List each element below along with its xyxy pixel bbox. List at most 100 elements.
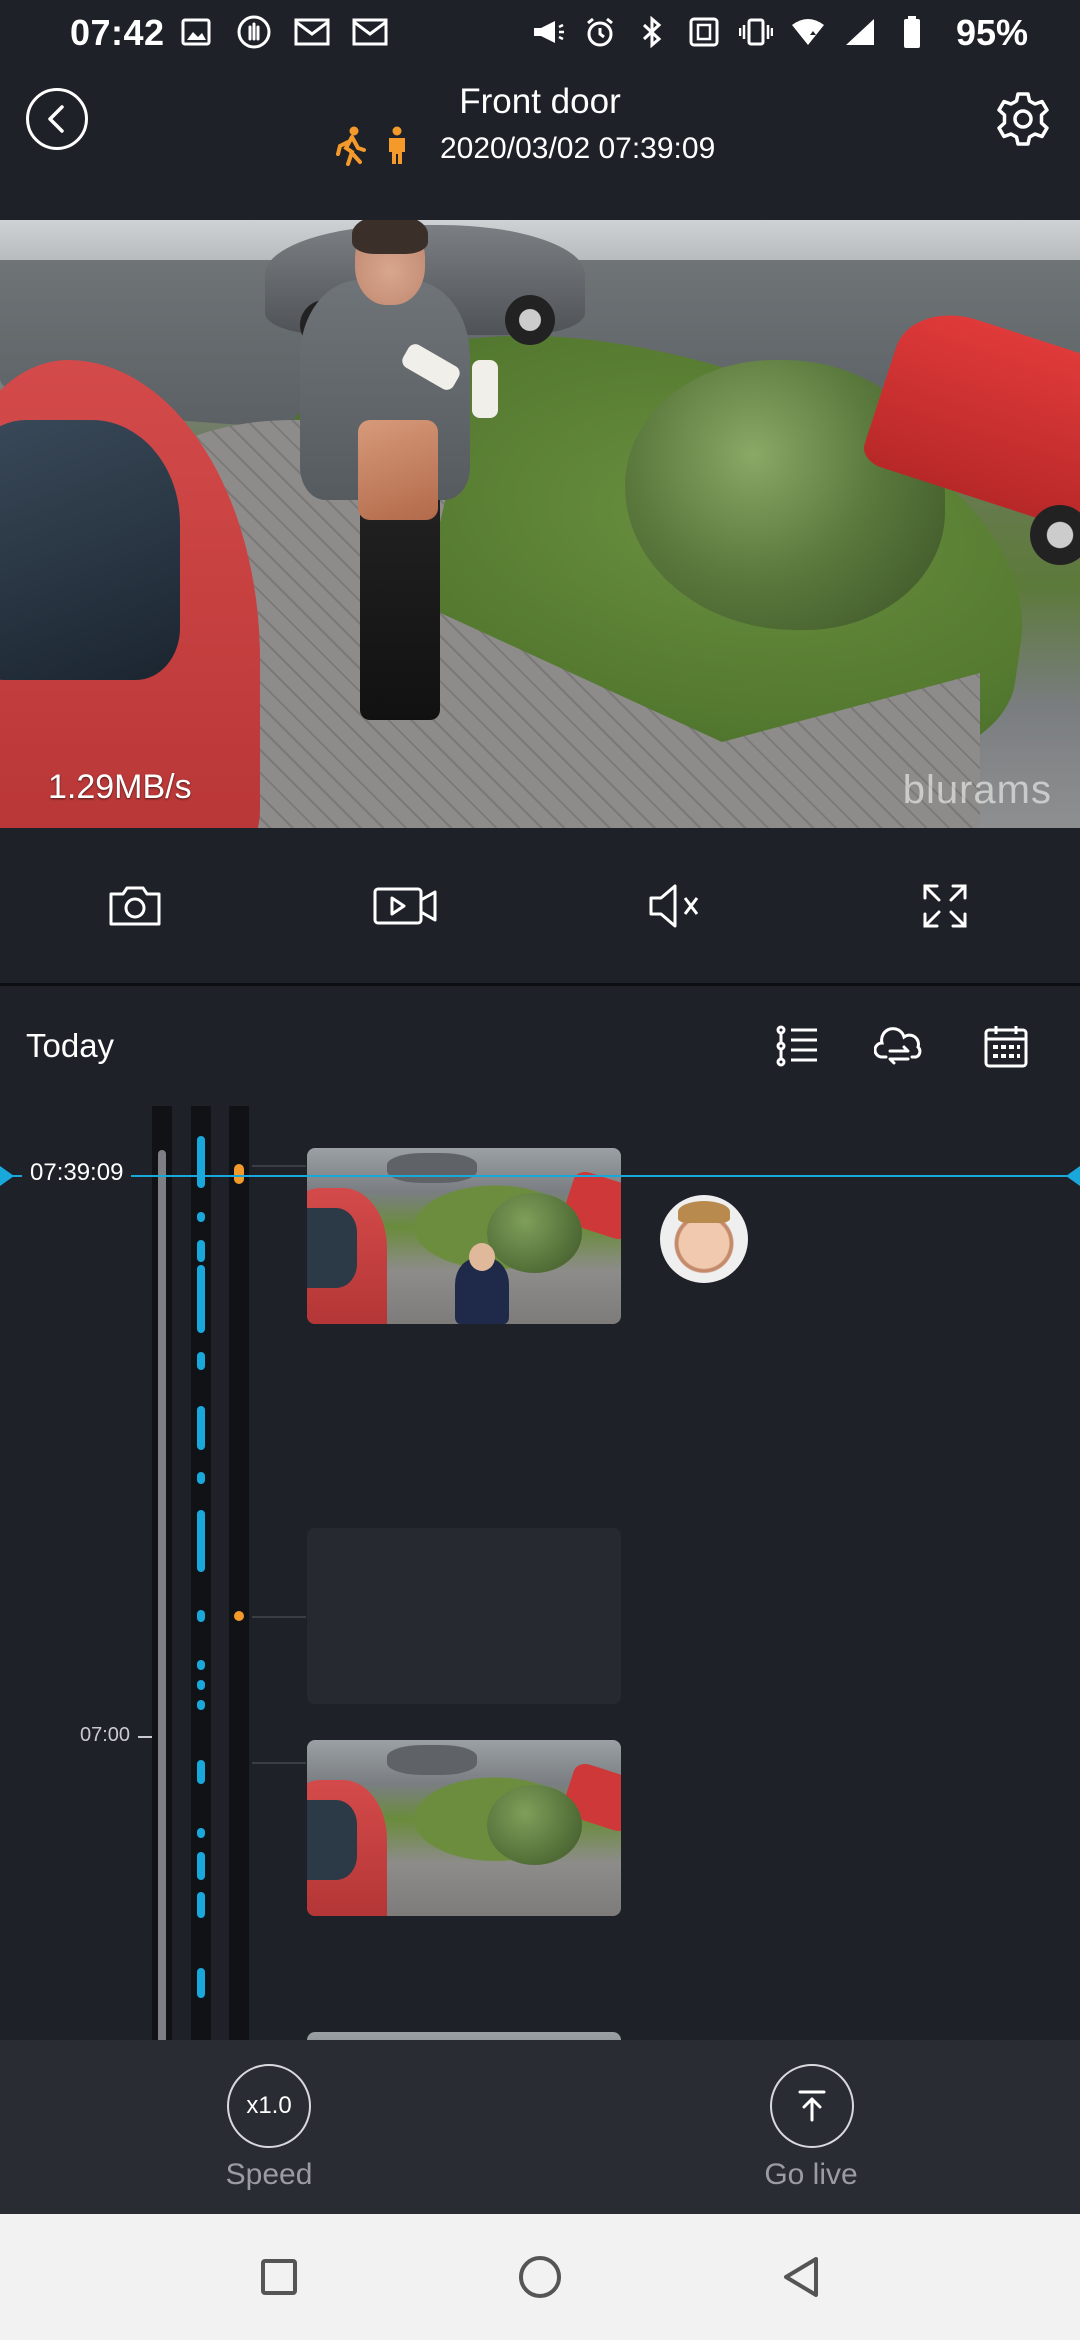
motion-segment xyxy=(197,1680,205,1690)
motion-segment xyxy=(197,1240,205,1262)
event-thumbnail[interactable] xyxy=(307,1740,621,1916)
go-live-label: Go live xyxy=(764,2158,858,2191)
circle-icon xyxy=(519,2256,561,2298)
motion-segment xyxy=(197,1828,205,1838)
calendar-button[interactable] xyxy=(981,1021,1031,1071)
event-connector xyxy=(252,1165,306,1167)
motion-segment xyxy=(197,1136,205,1188)
cursor-left-marker xyxy=(0,1166,14,1186)
event-thumbnail-placeholder[interactable] xyxy=(307,1528,621,1704)
timeline-tick xyxy=(138,1736,152,1738)
square-icon xyxy=(261,2259,297,2295)
page-title: Front door xyxy=(459,82,621,121)
video-scene-wheel xyxy=(505,295,555,345)
motion-segment xyxy=(197,1406,205,1450)
live-video-feed[interactable]: 1.29MB/s blurams xyxy=(0,220,1080,828)
status-bar: 07:42 95% xyxy=(0,0,1080,66)
event-timestamp: 2020/03/02 07:39:09 xyxy=(440,131,716,165)
speaker-muted-icon xyxy=(649,884,699,928)
timeline[interactable]: 07:00 07:39:09 xyxy=(0,1100,1080,2040)
video-controls xyxy=(0,828,1080,986)
cloud-sync-icon xyxy=(874,1027,922,1065)
motion-segment xyxy=(197,1610,205,1622)
event-marker xyxy=(234,1611,244,1621)
mute-button[interactable] xyxy=(640,870,712,942)
timeline-header: Today xyxy=(0,989,1080,1099)
speed-label: Speed xyxy=(225,2158,313,2191)
video-scene-windshield xyxy=(0,420,180,680)
hand-icon xyxy=(236,14,272,50)
cursor-time-label: 07:39:09 xyxy=(22,1159,132,1187)
event-connector xyxy=(252,1762,306,1764)
motion-segment xyxy=(197,1852,205,1880)
timeline-cursor[interactable] xyxy=(0,1175,1080,1177)
timeline-tick-label: 07:00 xyxy=(80,1724,131,1746)
motion-segment xyxy=(197,1892,205,1918)
arrow-up-to-line-icon xyxy=(798,2090,826,2122)
recording-bar xyxy=(158,1150,166,2040)
nfc-icon xyxy=(686,14,722,50)
event-list-button[interactable] xyxy=(772,1021,822,1071)
event-info: 2020/03/02 07:39:09 xyxy=(334,126,715,171)
cloud-sync-button[interactable] xyxy=(874,1021,924,1071)
event-thumbnail[interactable] xyxy=(307,2032,621,2040)
motion-icon xyxy=(334,126,368,171)
motion-segment xyxy=(197,1212,205,1222)
event-marker xyxy=(234,1164,244,1184)
snapshot-button[interactable] xyxy=(99,870,171,942)
motion-segment xyxy=(197,1700,205,1710)
motion-segment xyxy=(197,1968,205,1998)
video-scene-person-legs xyxy=(360,490,440,720)
megaphone-icon xyxy=(530,14,566,50)
timeline-track xyxy=(229,1106,249,2040)
motion-segment xyxy=(197,1472,205,1484)
status-time: 07:42 xyxy=(70,12,165,53)
person-icon xyxy=(384,126,410,171)
cursor-right-marker xyxy=(1066,1166,1080,1186)
video-data-rate: 1.29MB/s xyxy=(48,768,192,806)
video-scene-bottle xyxy=(472,360,498,418)
video-record-icon xyxy=(373,887,437,925)
triangle-back-icon xyxy=(784,2257,818,2297)
settings-button[interactable] xyxy=(990,86,1056,152)
motion-segment xyxy=(197,1265,205,1333)
video-watermark: blurams xyxy=(902,768,1052,812)
video-scene-wheel xyxy=(1030,505,1080,565)
vibrate-icon xyxy=(738,14,774,50)
list-icon xyxy=(776,1025,817,1067)
home-button[interactable] xyxy=(513,2250,567,2304)
header: Front door 2020/03/02 07:39:09 xyxy=(0,66,1080,220)
video-scene-bag xyxy=(358,420,438,520)
expand-icon xyxy=(923,884,967,928)
motion-segment xyxy=(197,1760,205,1784)
gear-icon xyxy=(997,92,1049,146)
motion-segment xyxy=(197,1352,205,1370)
wifi-icon xyxy=(790,14,826,50)
alarm-icon xyxy=(582,14,618,50)
battery-percentage: 95% xyxy=(955,12,1028,53)
status-system-icons xyxy=(530,14,930,50)
calendar-icon xyxy=(984,1026,1028,1068)
speed-button[interactable]: x1.0 xyxy=(227,2064,311,2148)
timeline-date-label: Today xyxy=(26,1027,115,1064)
video-scene-person-hair xyxy=(352,220,428,254)
image-icon xyxy=(178,14,214,50)
go-live-button[interactable] xyxy=(770,2064,854,2148)
signal-icon xyxy=(842,14,878,50)
back-nav-button[interactable] xyxy=(774,2250,828,2304)
playback-controls: x1.0 Speed Go live xyxy=(0,2040,1080,2214)
camera-icon xyxy=(109,886,161,926)
face-detection-avatar[interactable] xyxy=(660,1195,748,1283)
record-button[interactable] xyxy=(369,870,441,942)
battery-icon xyxy=(894,14,930,50)
gmail-icon xyxy=(294,14,330,50)
motion-segment xyxy=(197,1510,205,1572)
system-navigation-bar xyxy=(0,2214,1080,2340)
fullscreen-button[interactable] xyxy=(909,870,981,942)
bluetooth-icon xyxy=(634,14,670,50)
event-connector xyxy=(252,1616,306,1618)
gmail-icon-2 xyxy=(352,14,388,50)
status-notification-icons xyxy=(178,14,388,50)
motion-segment xyxy=(197,1660,205,1670)
recents-button[interactable] xyxy=(252,2250,306,2304)
